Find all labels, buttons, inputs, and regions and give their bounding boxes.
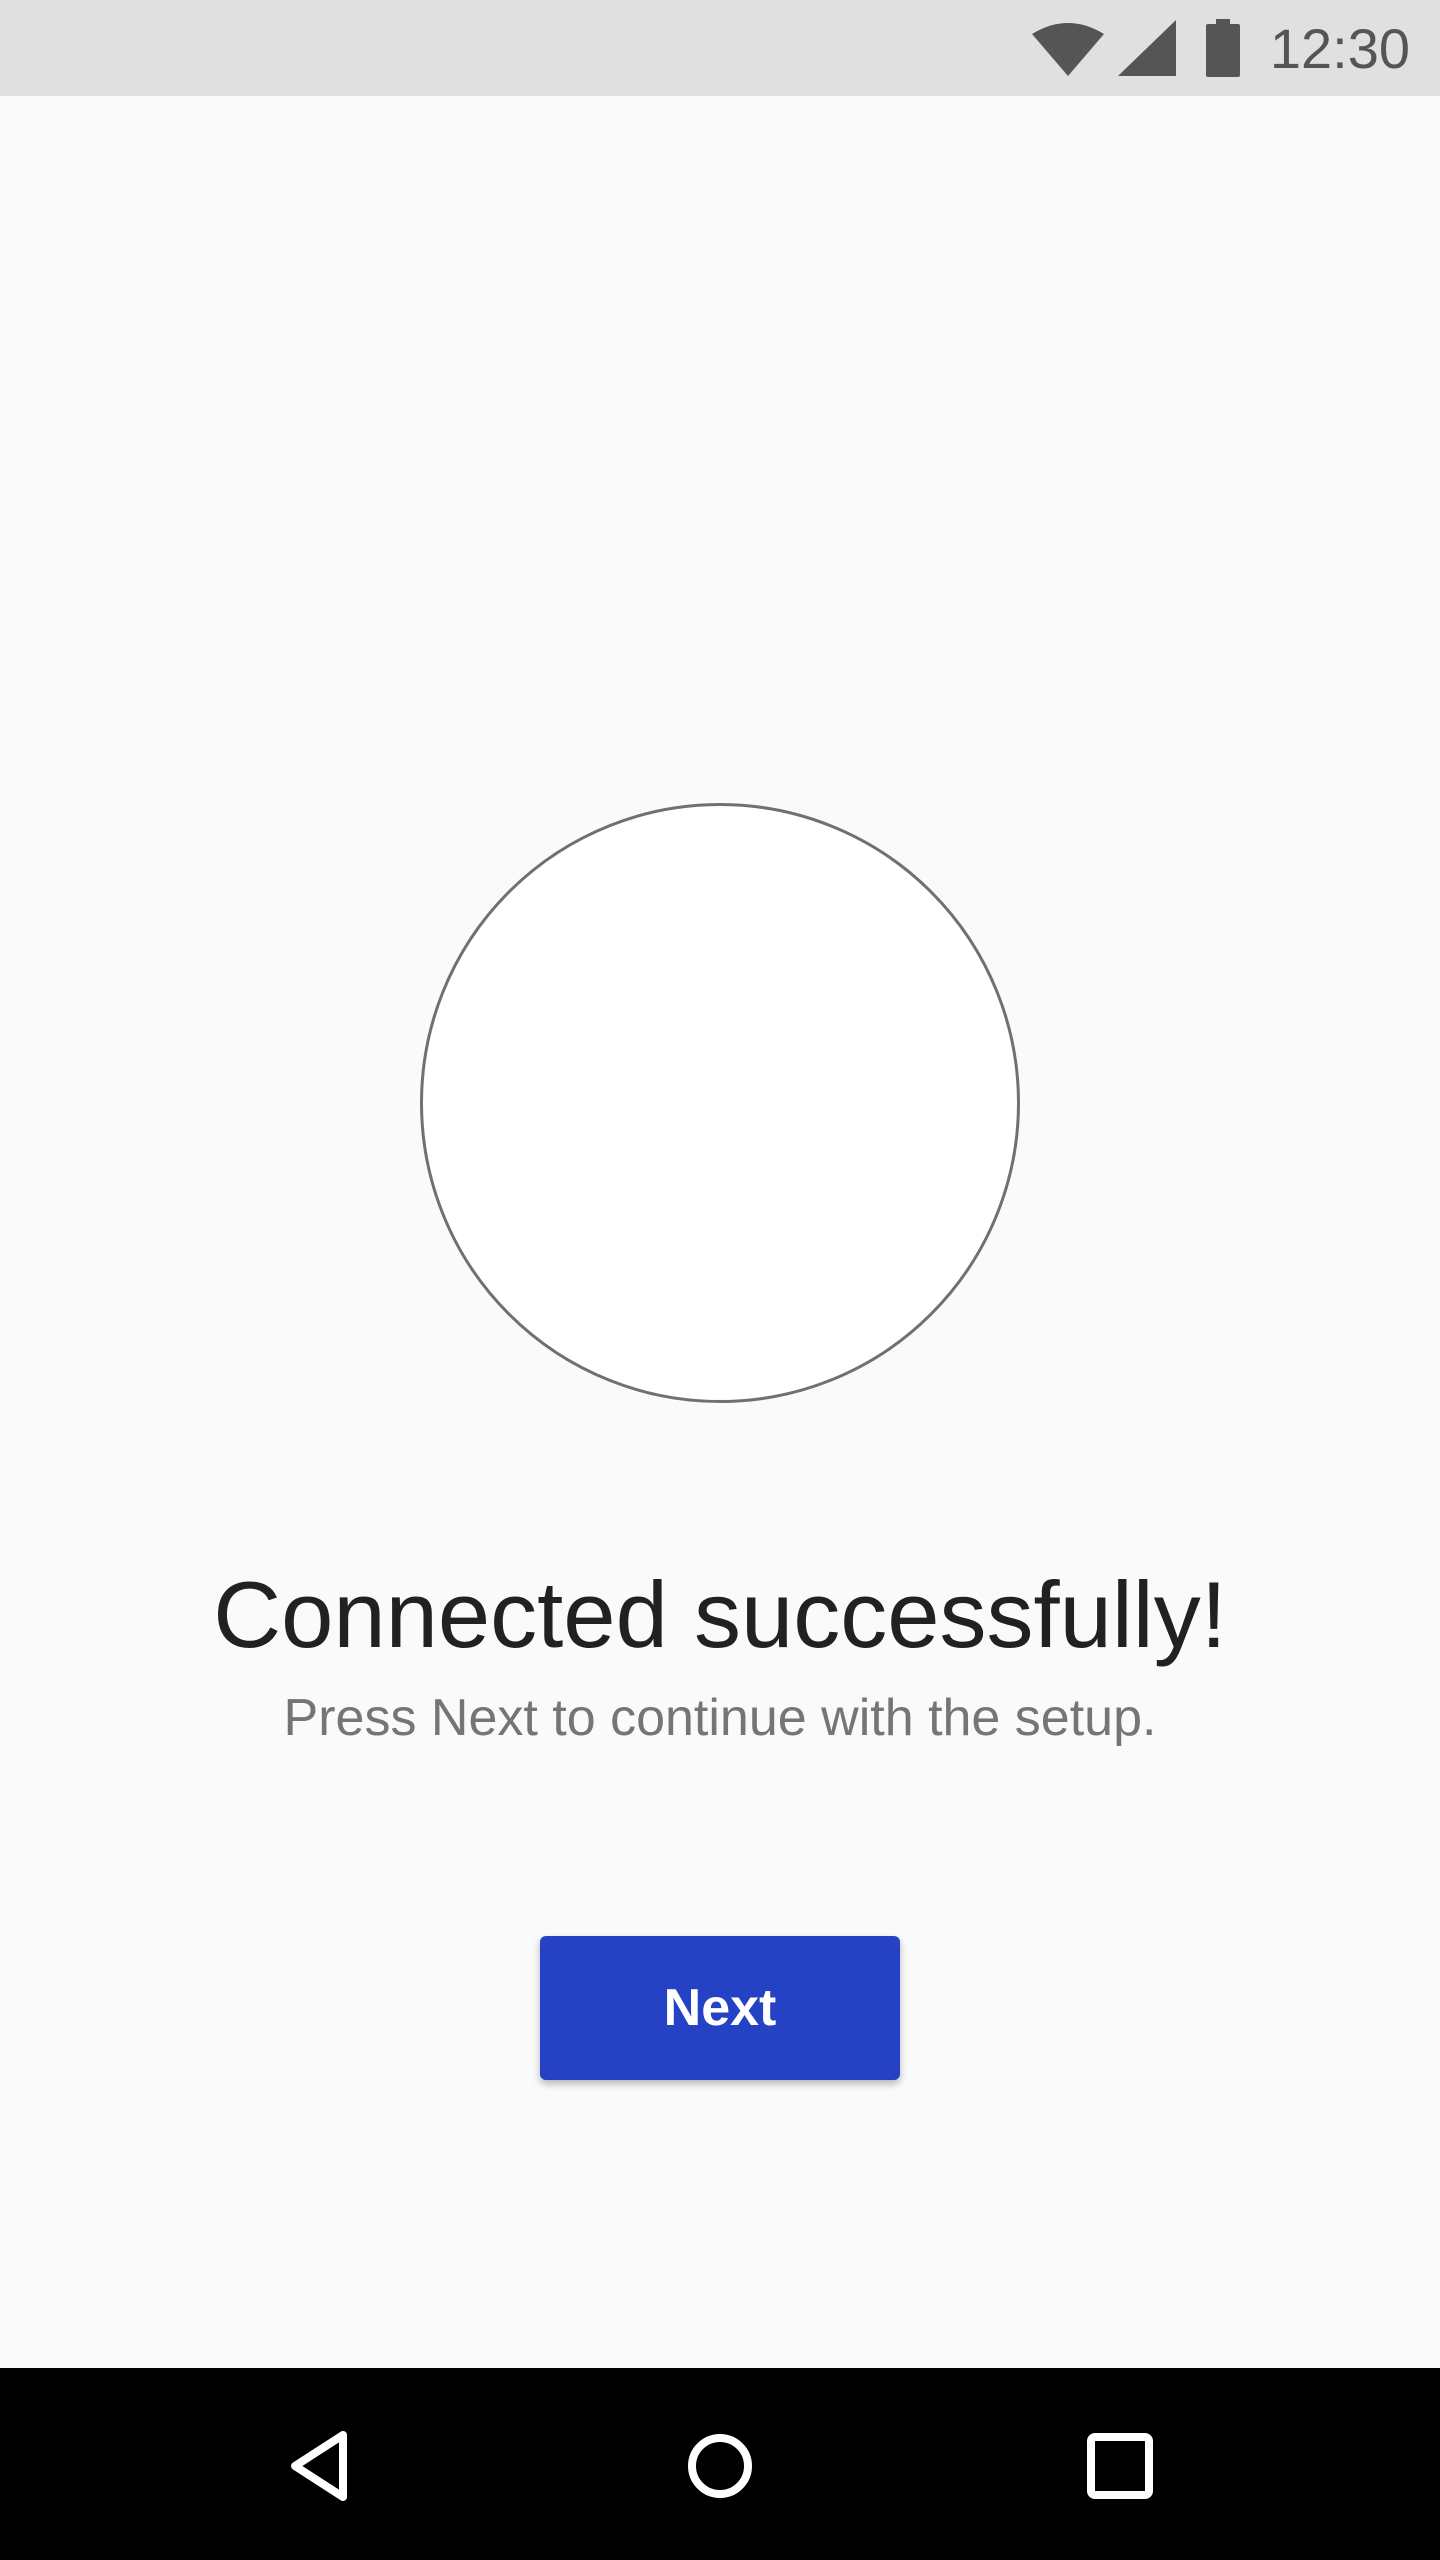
setup-screen: 12:30 Connected successfully! Press Next… [0, 0, 1440, 2560]
back-icon [291, 2431, 347, 2501]
wifi-icon [1031, 23, 1104, 76]
recents-button[interactable] [1060, 2406, 1180, 2526]
home-icon [688, 2434, 752, 2498]
page-subtitle: Press Next to continue with the setup. [283, 1689, 1157, 1747]
home-button[interactable] [660, 2406, 780, 2526]
navigation-bar [0, 2368, 1440, 2560]
status-bar: 12:30 [0, 0, 1440, 96]
next-button[interactable]: Next [540, 1936, 900, 2080]
status-time: 12:30 [1269, 16, 1410, 80]
status-icons: 12:30 [1031, 0, 1410, 96]
signal-icon [1117, 20, 1176, 76]
battery-icon [1205, 19, 1240, 77]
back-button[interactable] [260, 2406, 380, 2526]
page-title: Connected successfully! [213, 1562, 1227, 1667]
recents-icon [1087, 2433, 1153, 2499]
success-illustration [420, 803, 1020, 1403]
